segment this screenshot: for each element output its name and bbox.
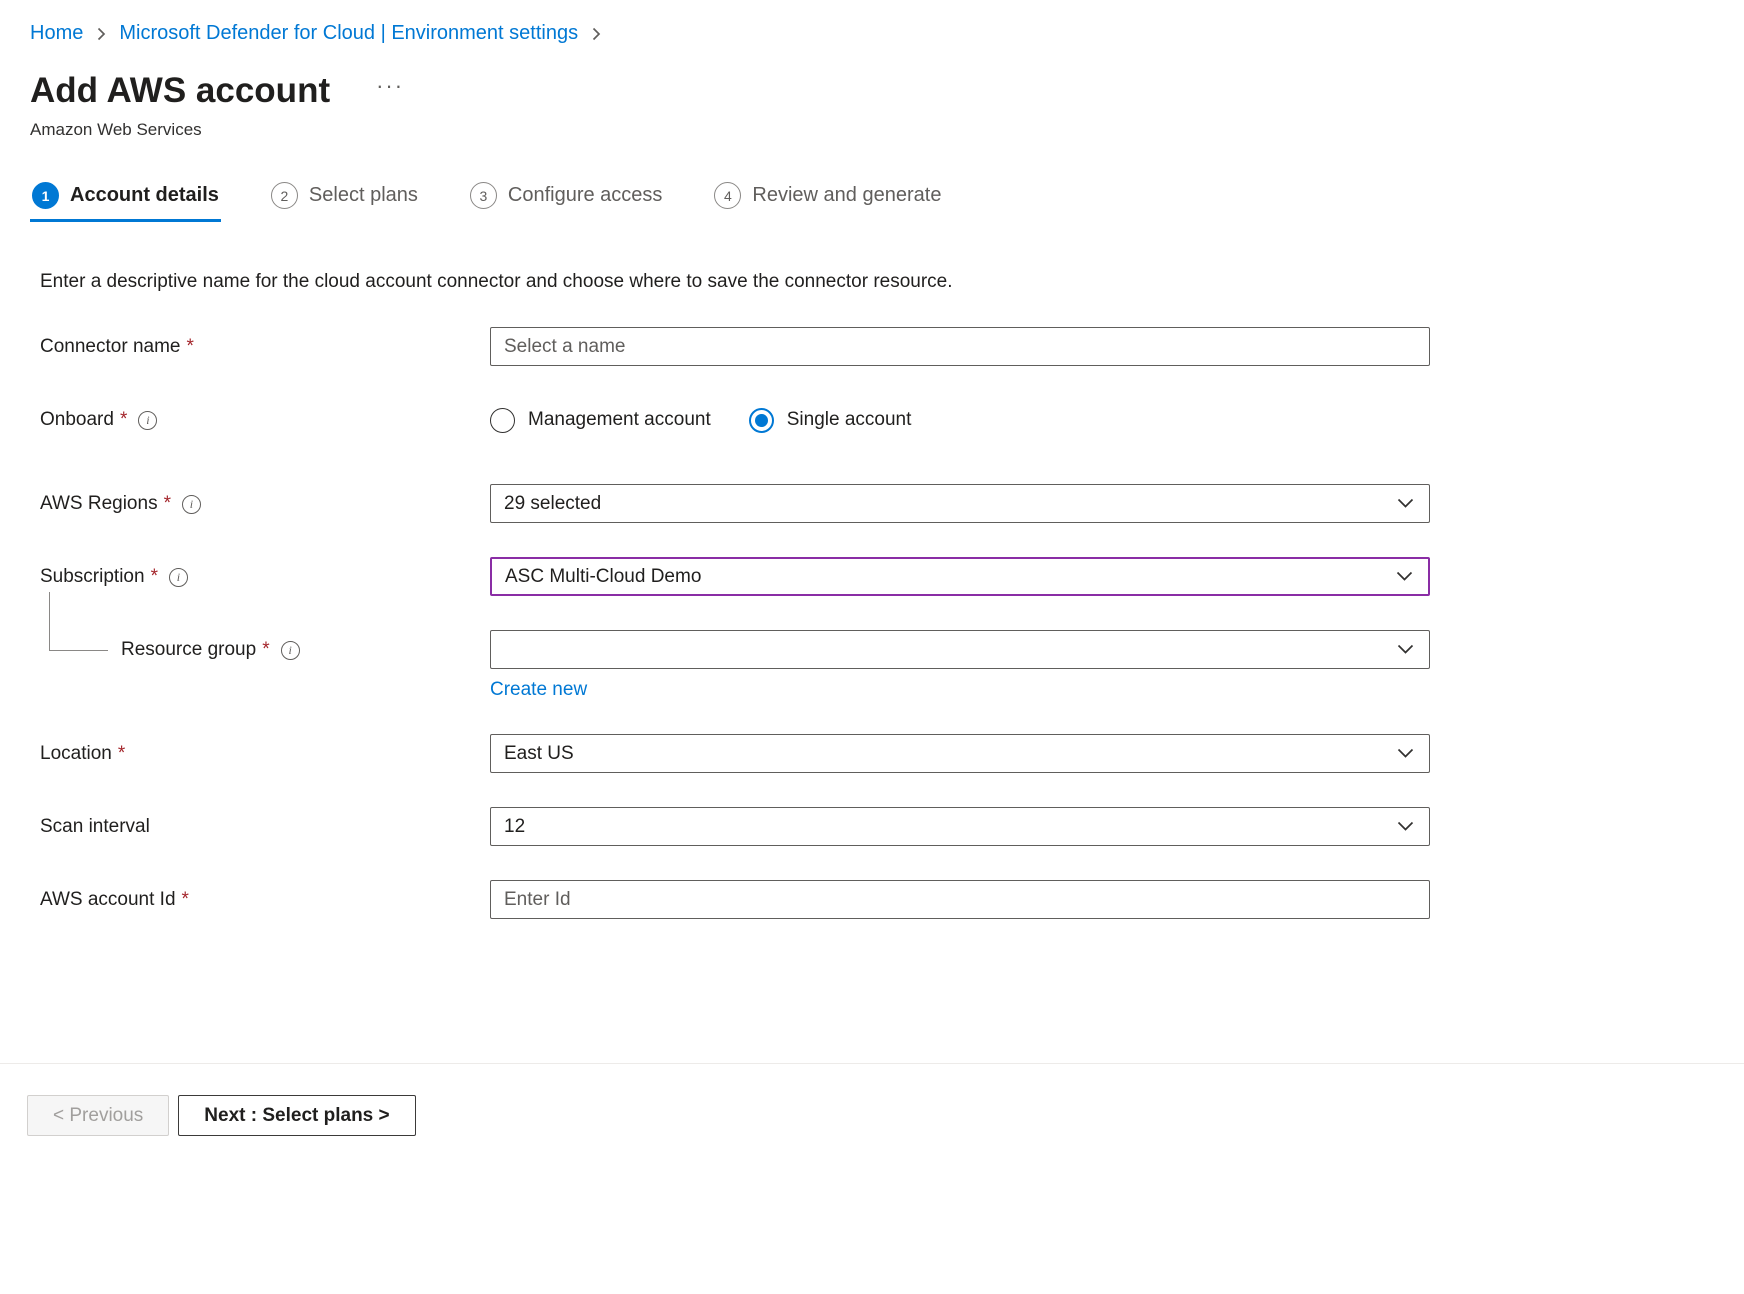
location-row: Location * East US (40, 734, 1717, 774)
resource-group-label: Resource group (121, 639, 256, 661)
next-select-plans-button[interactable]: Next : Select plans > (178, 1095, 415, 1136)
required-asterisk: * (151, 566, 158, 588)
wizard-steps: 1 Account details 2 Select plans 3 Confi… (27, 176, 1717, 223)
resource-group-dropdown[interactable] (490, 630, 1430, 669)
connector-name-label-cell: Connector name * (40, 327, 490, 367)
chevron-down-icon (1397, 821, 1414, 832)
onboard-management-account-radio[interactable]: Management account (490, 408, 711, 433)
aws-regions-label: AWS Regions (40, 493, 158, 515)
onboard-label: Onboard (40, 409, 114, 431)
info-icon[interactable]: i (169, 568, 188, 587)
step-3-label: Configure access (508, 184, 663, 207)
title-row: Add AWS account ··· (27, 71, 1717, 111)
resource-group-row: Resource group * i Create new (40, 630, 1717, 701)
resource-group-label-cell: Resource group * i (40, 630, 490, 670)
aws-regions-row: AWS Regions * i 29 selected (40, 484, 1717, 524)
subscription-input-cell: ASC Multi-Cloud Demo (490, 557, 1430, 596)
step-2-circle: 2 (271, 182, 298, 209)
info-icon[interactable]: i (138, 411, 157, 430)
aws-regions-input-cell: 29 selected (490, 484, 1430, 523)
step-3-circle: 3 (470, 182, 497, 209)
chevron-down-icon (1397, 748, 1414, 759)
create-new-link[interactable]: Create new (490, 679, 587, 701)
breadcrumb-environment-settings-link[interactable]: Microsoft Defender for Cloud | Environme… (119, 22, 578, 45)
tab-account-details[interactable]: 1 Account details (30, 176, 221, 222)
scan-interval-label-cell: Scan interval (40, 807, 490, 847)
aws-account-id-input-cell (490, 880, 1430, 919)
tree-connector-line (49, 592, 108, 651)
chevron-down-icon (1396, 571, 1413, 582)
location-input-cell: East US (490, 734, 1430, 773)
aws-account-id-label: AWS account Id (40, 889, 176, 911)
previous-button[interactable]: < Previous (27, 1095, 169, 1136)
page-title: Add AWS account (30, 71, 330, 111)
info-icon[interactable]: i (182, 495, 201, 514)
scan-interval-input-cell: 12 (490, 807, 1430, 846)
breadcrumb: Home Microsoft Defender for Cloud | Envi… (27, 14, 1717, 55)
connector-name-input-cell (490, 327, 1430, 366)
scan-interval-value: 12 (504, 816, 525, 838)
subscription-dropdown[interactable]: ASC Multi-Cloud Demo (490, 557, 1430, 596)
onboard-management-account-label: Management account (528, 409, 711, 431)
aws-account-id-row: AWS account Id * (40, 880, 1717, 920)
step-4-circle: 4 (714, 182, 741, 209)
step-1-circle: 1 (32, 182, 59, 209)
onboard-row: Onboard * i Management account Single ac… (40, 400, 1717, 440)
aws-regions-dropdown[interactable]: 29 selected (490, 484, 1430, 523)
required-asterisk: * (262, 639, 269, 661)
radio-selected-icon (749, 408, 774, 433)
info-icon[interactable]: i (281, 641, 300, 660)
chevron-right-icon (95, 26, 107, 42)
wizard-footer: < Previous Next : Select plans > (0, 1063, 1744, 1136)
aws-account-id-label-cell: AWS account Id * (40, 880, 490, 920)
chevron-right-icon (590, 26, 602, 42)
onboard-input-cell: Management account Single account (490, 400, 1430, 440)
location-label-cell: Location * (40, 734, 490, 774)
connector-name-row: Connector name * (40, 327, 1717, 367)
required-asterisk: * (118, 743, 125, 765)
subscription-label: Subscription (40, 566, 145, 588)
more-options-icon[interactable]: ··· (376, 71, 404, 99)
aws-account-id-input[interactable] (490, 880, 1430, 919)
form-description: Enter a descriptive name for the cloud a… (27, 271, 1717, 293)
aws-regions-label-cell: AWS Regions * i (40, 484, 490, 524)
scan-interval-dropdown[interactable]: 12 (490, 807, 1430, 846)
step-1-label: Account details (70, 184, 219, 207)
add-aws-account-page: Home Microsoft Defender for Cloud | Envi… (0, 0, 1744, 920)
required-asterisk: * (120, 409, 127, 431)
connector-name-input[interactable] (490, 327, 1430, 366)
subscription-value: ASC Multi-Cloud Demo (505, 566, 701, 588)
scan-interval-label: Scan interval (40, 816, 150, 838)
required-asterisk: * (164, 493, 171, 515)
step-2-label: Select plans (309, 184, 418, 207)
connector-name-label: Connector name (40, 336, 180, 358)
onboard-single-account-radio[interactable]: Single account (749, 408, 912, 433)
page-subtitle: Amazon Web Services (27, 120, 1717, 140)
tab-select-plans[interactable]: 2 Select plans (269, 176, 420, 222)
chevron-down-icon (1397, 498, 1414, 509)
location-dropdown[interactable]: East US (490, 734, 1430, 773)
step-4-label: Review and generate (752, 184, 941, 207)
location-label: Location (40, 743, 112, 765)
location-value: East US (504, 743, 574, 765)
required-asterisk: * (186, 336, 193, 358)
onboard-label-cell: Onboard * i (40, 400, 490, 440)
breadcrumb-home-link[interactable]: Home (30, 22, 83, 45)
scan-interval-row: Scan interval 12 (40, 807, 1717, 847)
resource-group-input-cell: Create new (490, 630, 1430, 701)
tab-review-and-generate[interactable]: 4 Review and generate (712, 176, 943, 222)
onboard-single-account-label: Single account (787, 409, 912, 431)
subscription-label-cell: Subscription * i (40, 557, 490, 597)
chevron-down-icon (1397, 644, 1414, 655)
aws-regions-value: 29 selected (504, 493, 601, 515)
onboard-radio-group: Management account Single account (490, 400, 1430, 440)
subscription-row: Subscription * i ASC Multi-Cloud Demo (40, 557, 1717, 597)
account-details-form: Connector name * Onboard * i Management … (27, 327, 1717, 920)
required-asterisk: * (182, 889, 189, 911)
tab-configure-access[interactable]: 3 Configure access (468, 176, 665, 222)
radio-unselected-icon (490, 408, 515, 433)
